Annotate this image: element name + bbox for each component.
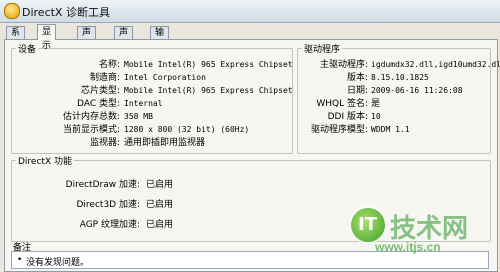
device-row: 监视器: 通用即插即用监视器: [12, 137, 292, 149]
driver-row: 主驱动程序: igdumdx32.dll,igd10umd32.dll: [298, 59, 500, 71]
tab-sound-1[interactable]: 声音 1: [77, 26, 97, 62]
directdraw-accel-value: 已启用: [146, 180, 174, 190]
directdraw-accel-label: DirectDraw 加速:: [65, 180, 140, 190]
device-row: 名称: Mobile Intel(R) 965 Express Chipset: [12, 59, 293, 71]
driver-date-value: 2009-06-16 11:26:08: [371, 86, 463, 95]
driver-version-value: 8.15.10.1825: [371, 73, 429, 82]
main-driver-label: 主驱动程序:: [319, 60, 368, 70]
display-mode-label: 当前显示模式:: [62, 125, 120, 135]
device-group-title: 设备: [16, 42, 39, 55]
chip-type-value: Mobile Intel(R) 965 Express Chipset: [124, 86, 293, 95]
memory-total-label: 估计内存总数:: [62, 112, 120, 122]
direct3d-accel-label: Direct3D 加速:: [76, 200, 141, 210]
dac-type-value: Internal: [124, 99, 163, 108]
manufacturer-label: 制造商:: [89, 73, 120, 83]
tab-sound-2[interactable]: 声音 2: [114, 26, 134, 62]
device-name-label: 名称:: [98, 60, 120, 70]
driver-model-label: 驱动程序模型:: [310, 125, 368, 135]
main-driver-value: igdumdx32.dll,igd10umd32.dll: [371, 60, 500, 69]
ddi-version-label: DDI 版本:: [327, 112, 368, 122]
driver-group-title: 驱动程序: [302, 42, 343, 55]
directx-features-title: DirectX 功能: [16, 154, 74, 167]
chip-type-label: 芯片类型:: [80, 86, 120, 96]
tab-input[interactable]: 输入: [150, 26, 170, 50]
manufacturer-value: Intel Corporation: [124, 73, 206, 82]
direct3d-accel-value: 已启用: [146, 200, 174, 210]
driver-row: DDI 版本: 10: [298, 111, 490, 123]
driver-model-value: WDDM 1.1: [371, 125, 410, 134]
title-bar: DirectX 诊断工具: [0, 0, 500, 23]
window-title: DirectX 诊断工具: [22, 6, 110, 19]
watermark-logo: IT: [351, 208, 385, 242]
whql-value: 是: [371, 99, 381, 109]
driver-group: 驱动程序 主驱动程序: igdumdx32.dll,igd10umd32.dll…: [297, 42, 500, 154]
tab-display[interactable]: 显示: [37, 24, 57, 51]
ddi-version-value: 10: [371, 112, 381, 121]
driver-row: 日期: 2009-06-16 11:26:08: [298, 85, 490, 97]
driver-version-label: 版本:: [346, 73, 368, 83]
directx-feature-row: DirectDraw 加速: 已启用: [12, 179, 490, 191]
device-group: 设备 名称: Mobile Intel(R) 965 Express Chips…: [11, 42, 293, 154]
notes-bullet-icon: •: [17, 255, 23, 265]
device-row: 制造商: Intel Corporation: [12, 72, 292, 84]
driver-date-label: 日期:: [346, 86, 368, 96]
notes-item: 没有发现问题。: [26, 258, 90, 268]
device-row: 当前显示模式: 1280 x 800 (32 bit) (60Hz): [12, 124, 292, 136]
whql-label: WHQL 签名:: [316, 99, 368, 109]
directx-app-icon: [4, 3, 20, 19]
agp-texture-accel-label: AGP 纹理加速:: [79, 220, 140, 230]
driver-row: 驱动程序模型: WDDM 1.1: [298, 124, 490, 136]
driver-row: WHQL 签名: 是: [298, 98, 490, 110]
tab-system[interactable]: 系统: [6, 26, 26, 50]
driver-row: 版本: 8.15.10.1825: [298, 72, 490, 84]
tab-display-label: 显示: [42, 27, 52, 51]
memory-total-value: 358 MB: [124, 112, 153, 121]
watermark-url: www.itjs.cn: [375, 240, 441, 254]
monitor-label: 监视器:: [89, 138, 120, 148]
device-row: 芯片类型: Mobile Intel(R) 965 Express Chipse…: [12, 85, 293, 97]
agp-texture-accel-value: 已启用: [146, 220, 174, 230]
monitor-value: 通用即插即用监视器: [124, 138, 206, 148]
dac-type-label: DAC 类型:: [77, 99, 120, 109]
watermark-logo-letter: IT: [358, 214, 377, 235]
display-mode-value: 1280 x 800 (32 bit) (60Hz): [124, 125, 250, 134]
device-row: DAC 类型: Internal: [12, 98, 292, 110]
device-name-value: Mobile Intel(R) 965 Express Chipset: [124, 60, 293, 69]
device-row: 估计内存总数: 358 MB: [12, 111, 292, 123]
